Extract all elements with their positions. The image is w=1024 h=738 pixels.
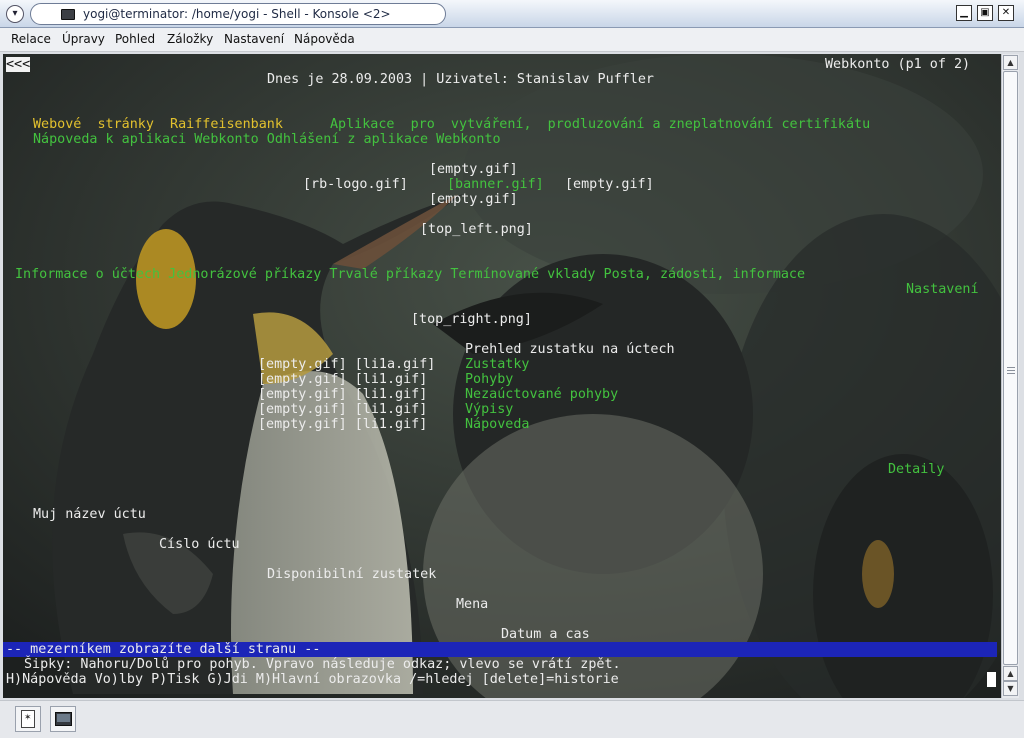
link-zustatky[interactable]: Zustatky (465, 357, 530, 372)
link-raiffeisenbank[interactable]: Webové stránky Raiffeisenbank (33, 117, 283, 132)
command-line: H)Nápověda Vo)lby P)Tisk G)Jdi M)Hlavní … (6, 672, 619, 687)
minimize-icon[interactable]: ▁ (956, 5, 972, 21)
scroll-down-icon[interactable]: ▲ (1003, 666, 1018, 681)
menu-nastaveni[interactable]: Nastavení (224, 32, 284, 46)
link-nastaveni[interactable]: Nastavení (906, 282, 979, 297)
overview-heading: Prehled zustatku na úctech (465, 342, 675, 357)
chevron-down-icon[interactable]: ▾ (6, 5, 24, 23)
terminal-screen-icon (57, 714, 70, 722)
menu-pohled[interactable]: Pohled (115, 32, 155, 46)
image-placeholder-top-right: [top_right.png] (411, 312, 532, 327)
vertical-scrollbar[interactable]: ▲ ▲ ▼ (1001, 54, 1019, 698)
page-indicator: Webkonto (p1 of 2) (825, 57, 971, 72)
image-placeholder-top-left: [top_left.png] (420, 222, 533, 237)
overview-row-images: [empty.gif] [li1.gif] (258, 402, 428, 417)
menu-relace[interactable]: Relace (11, 32, 51, 46)
link-certificates-app[interactable]: Aplikace pro vytváření, prodluzování a z… (330, 117, 870, 132)
link-pohyby[interactable]: Pohyby (465, 372, 513, 387)
link-detaily[interactable]: Detaily (888, 462, 944, 477)
window-title: yogi@terminator: /home/yogi - Shell - Ko… (83, 7, 391, 21)
overview-row-images: [empty.gif] [li1.gif] (258, 387, 428, 402)
image-placeholder-empty: [empty.gif] (429, 192, 518, 207)
column-account-number: Císlo úctu (159, 537, 240, 552)
title-pill: yogi@terminator: /home/yogi - Shell - Ko… (30, 3, 446, 25)
text-cursor (987, 672, 996, 687)
session-tab[interactable] (50, 706, 76, 732)
new-session-button[interactable]: ✶ (15, 706, 41, 732)
overview-row-images: [empty.gif] [li1.gif] (258, 417, 428, 432)
window-titlebar: ▾ yogi@terminator: /home/yogi - Shell - … (0, 0, 1024, 28)
image-placeholder-empty: [empty.gif] (429, 162, 518, 177)
session-tabbar: ✶ (0, 700, 1024, 738)
menubar: Relace Úpravy Pohled Záložky Nastavení N… (0, 28, 1024, 52)
close-icon[interactable]: ✕ (998, 5, 1014, 21)
star-icon: ✶ (24, 713, 32, 723)
image-placeholder-empty: [empty.gif] (565, 177, 654, 192)
terminal-icon (61, 9, 75, 20)
image-link-banner[interactable]: [banner.gif] (447, 177, 544, 192)
column-currency: Mena (456, 597, 489, 612)
header-line: Dnes je 28.09.2003 | Uzivatel: Stanislav… (267, 72, 654, 87)
link-nezauctovane-pohyby[interactable]: Nezaúctované pohyby (465, 387, 618, 402)
grip-line (1007, 373, 1015, 374)
menu-upravy[interactable]: Úpravy (62, 32, 105, 46)
back-link[interactable]: <<< (6, 57, 31, 72)
menu-zalozky[interactable]: Záložky (167, 32, 213, 46)
image-placeholder-rb-logo: [rb-logo.gif] (303, 177, 408, 192)
maximize-icon[interactable]: ▣ (977, 5, 993, 21)
grip-line (1007, 367, 1015, 368)
link-help-logout[interactable]: Nápoveda k aplikaci Webkonto Odhlášení z… (33, 132, 501, 147)
hint-line: Šipky: Nahoru/Dolů pro pohyb. Vpravo nás… (24, 657, 621, 672)
status-line: -- mezerníkem zobrazíte další stranu -- (6, 642, 321, 657)
column-balance: Disponibilní zustatek (267, 567, 437, 582)
column-account-name: Muj název úctu (33, 507, 146, 522)
terminal-view[interactable]: <<< Webkonto (p1 of 2) Dnes je 28.09.200… (3, 54, 1001, 698)
scrollbar-thumb[interactable] (1003, 71, 1018, 665)
menu-napoveda[interactable]: Nápověda (294, 32, 355, 46)
link-vypisy[interactable]: Výpisy (465, 402, 513, 417)
main-menu-links[interactable]: Informace o účtech Jednorázové příkazy T… (15, 267, 805, 282)
overview-row-images: [empty.gif] [li1a.gif] (258, 357, 436, 372)
scroll-up-icon[interactable]: ▲ (1003, 55, 1018, 70)
scroll-down-icon[interactable]: ▼ (1003, 681, 1018, 696)
grip-line (1007, 370, 1015, 371)
column-datetime: Datum a cas (501, 627, 590, 642)
link-napoveda[interactable]: Nápoveda (465, 417, 530, 432)
overview-row-images: [empty.gif] [li1.gif] (258, 372, 428, 387)
